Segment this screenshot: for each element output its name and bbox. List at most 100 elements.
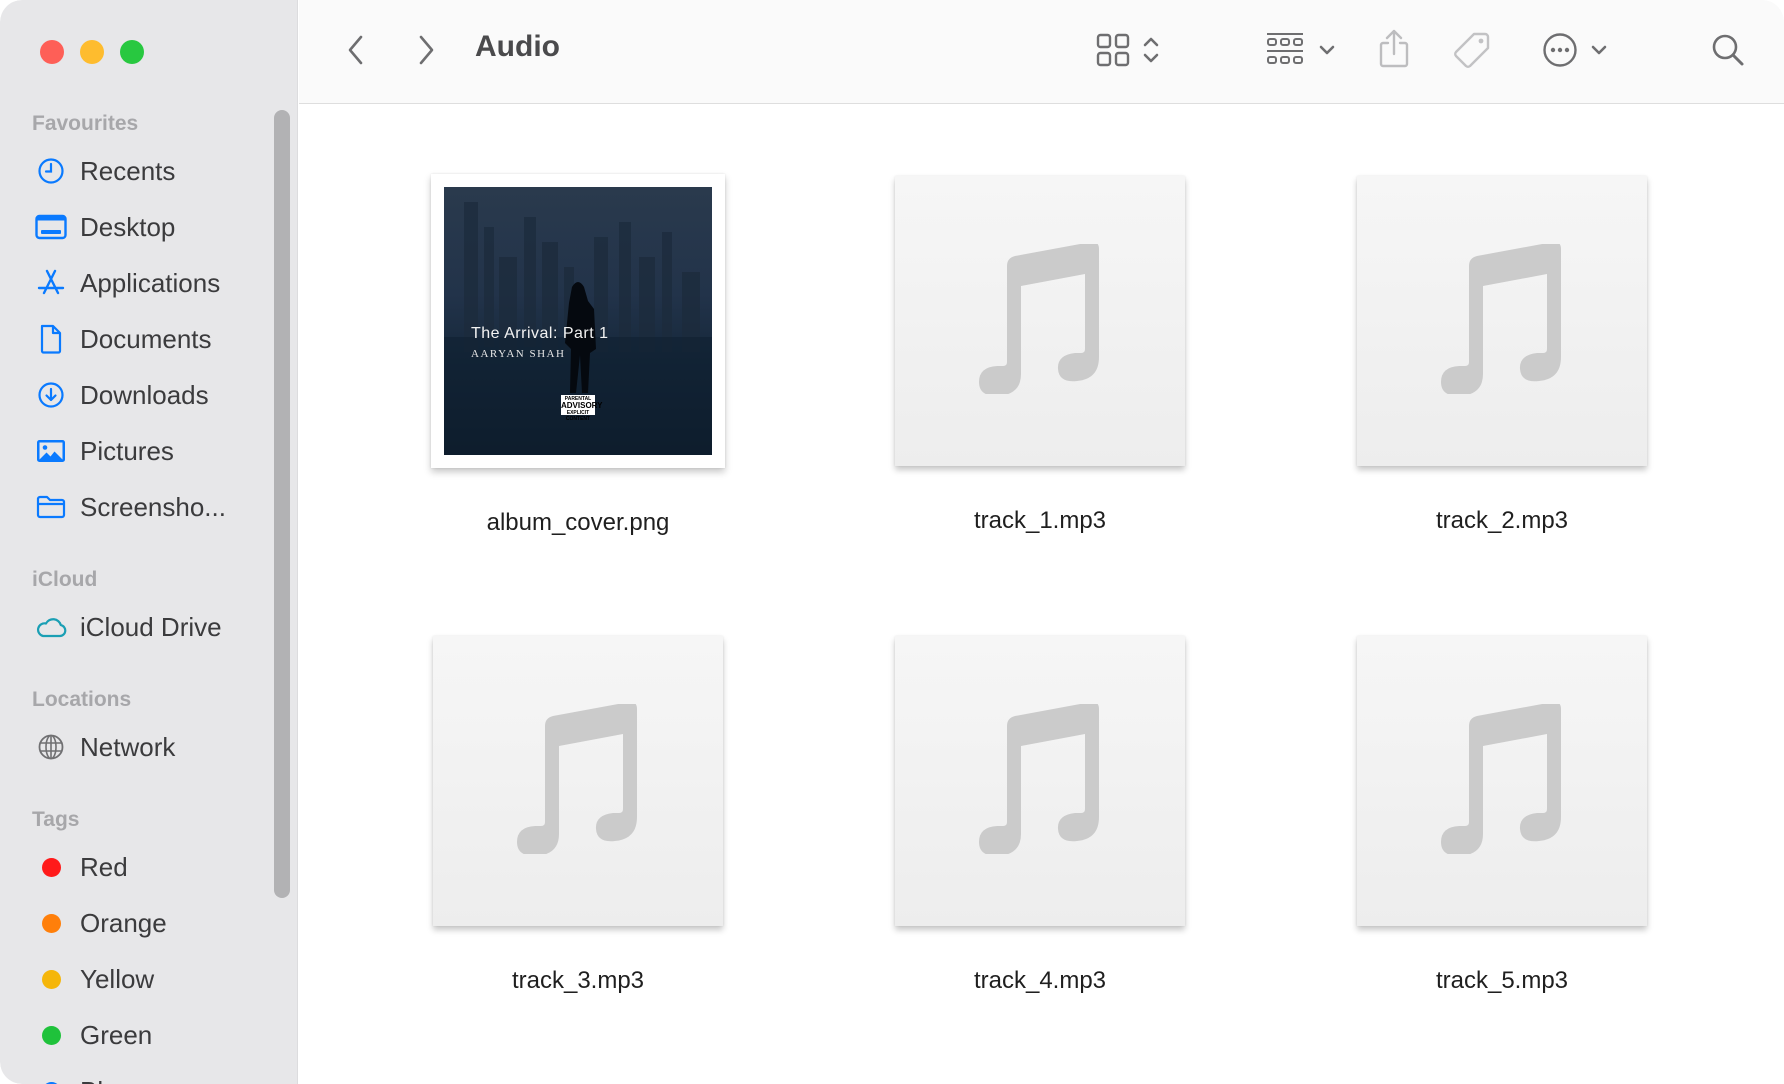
folder-icon [34,490,68,524]
close-button[interactable] [40,40,64,64]
sidebar-tag-green[interactable]: Green [34,1015,152,1055]
applications-icon [34,266,68,300]
zoom-button[interactable] [120,40,144,64]
sidebar-tag-orange[interactable]: Orange [34,903,167,943]
album-artist-text: AARYAN SHAH [471,348,566,360]
grid-view-icon [1096,33,1130,72]
globe-icon [34,730,68,764]
parental-advisory-label: PARENTAL ADVISORY EXPLICIT CONTENT [561,395,603,422]
pictures-icon [34,434,68,468]
search-button[interactable] [1710,32,1746,72]
file-item-track-4[interactable]: track_4.mp3 [840,631,1240,1051]
tag-button[interactable] [1452,30,1492,74]
album-title-text: The Arrival: Part 1 [471,325,609,342]
file-item-track-3[interactable]: track_3.mp3 [378,631,778,1051]
audio-file-thumbnail [895,636,1185,926]
file-grid: The Arrival: Part 1 AARYAN SHAH PARENTAL… [299,105,1784,1084]
section-title-favourites: Favourites [32,112,139,135]
advisory-mid-text: ADVISORY [561,401,603,410]
forward-button[interactable] [409,32,443,72]
search-icon [1711,33,1745,72]
tag-color-dot-icon [34,850,68,884]
sidebar-item-applications[interactable]: Applications [34,263,220,303]
sidebar-item-label: Network [80,731,176,762]
audio-file-thumbnail [895,176,1185,466]
group-by-icon [1266,31,1304,74]
sidebar-item-desktop[interactable]: Desktop [34,207,175,247]
music-note-icon [975,701,1105,859]
sidebar-item-label: Yellow [80,963,155,994]
clock-icon [34,154,68,188]
sidebar-item-screenshots[interactable]: Screensho... [34,487,226,527]
sidebar-item-label: Orange [80,907,167,938]
sidebar-item-label: Applications [80,267,221,298]
chevron-down-icon [1318,43,1336,61]
file-name: track_4.mp3 [973,967,1107,994]
sidebar-item-label: Red [80,851,128,882]
section-title-icloud: iCloud [32,568,98,591]
chevron-down-icon [1590,43,1608,61]
cloud-icon [34,610,68,644]
tag-color-dot-icon [34,962,68,996]
music-note-icon [975,241,1105,399]
sidebar-item-label: Bl [80,1076,103,1084]
music-note-icon [1437,241,1567,399]
folder-title: Audio [475,30,560,63]
file-item-album-cover[interactable]: The Arrival: Part 1 AARYAN SHAH PARENTAL… [378,171,778,591]
desktop-icon [34,210,68,244]
sidebar-tag-blue[interactable]: Bl [34,1071,103,1084]
download-icon [34,378,68,412]
section-title-locations: Locations [32,688,132,711]
sidebar-item-icloud-drive[interactable]: iCloud Drive [34,607,222,647]
music-note-icon [513,701,643,859]
sidebar-scrollbar[interactable] [274,110,290,898]
sidebar-item-label: Documents [80,323,212,354]
tag-color-dot-icon [34,906,68,940]
share-button[interactable] [1376,28,1412,72]
chevron-up-down-icon [1142,35,1160,70]
document-icon [34,322,68,356]
tag-icon [1452,30,1492,75]
sidebar-item-label: Downloads [80,379,209,410]
file-name: track_1.mp3 [973,507,1107,534]
file-name: track_2.mp3 [1435,507,1569,534]
file-name: track_3.mp3 [511,967,645,994]
share-icon [1378,28,1410,73]
image-thumbnail: The Arrival: Part 1 AARYAN SHAH PARENTAL… [431,174,725,468]
sidebar: Favourites Recents Desktop Applications … [0,0,298,1084]
file-item-track-2[interactable]: track_2.mp3 [1302,171,1702,591]
more-actions-button[interactable] [1538,32,1612,72]
audio-file-thumbnail [1357,636,1647,926]
back-button[interactable] [339,32,373,72]
file-name: album_cover.png [486,509,670,536]
finder-window: Favourites Recents Desktop Applications … [0,0,1784,1084]
file-item-track-1[interactable]: track_1.mp3 [840,171,1240,591]
music-note-icon [1437,701,1567,859]
section-title-tags: Tags [32,808,80,831]
tag-color-dot-icon [34,1018,68,1052]
sidebar-item-network[interactable]: Network [34,727,175,767]
tag-color-dot-icon [34,1074,68,1084]
audio-file-thumbnail [1357,176,1647,466]
sidebar-tag-red[interactable]: Red [34,847,128,887]
file-item-track-5[interactable]: track_5.mp3 [1302,631,1702,1051]
chevron-left-icon [346,34,366,71]
sidebar-item-label: Recents [80,155,176,186]
sidebar-item-label: iCloud Drive [80,611,222,642]
audio-file-thumbnail [433,636,723,926]
file-name: track_5.mp3 [1435,967,1569,994]
advisory-bottom-text: EXPLICIT CONTENT [565,410,591,422]
chevron-right-icon [416,34,436,71]
sidebar-tag-yellow[interactable]: Yellow [34,959,154,999]
sidebar-item-downloads[interactable]: Downloads [34,375,209,415]
minimize-button[interactable] [80,40,104,64]
group-by-button[interactable] [1262,32,1340,72]
sidebar-item-pictures[interactable]: Pictures [34,431,174,471]
album-art-image: The Arrival: Part 1 AARYAN SHAH PARENTAL… [444,187,712,455]
sidebar-item-label: Desktop [80,211,176,242]
view-mode-button[interactable] [1088,33,1168,72]
sidebar-item-documents[interactable]: Documents [34,319,212,359]
ellipsis-circle-icon [1542,32,1578,73]
sidebar-item-recents[interactable]: Recents [34,151,175,191]
sidebar-item-label: Green [80,1019,153,1050]
